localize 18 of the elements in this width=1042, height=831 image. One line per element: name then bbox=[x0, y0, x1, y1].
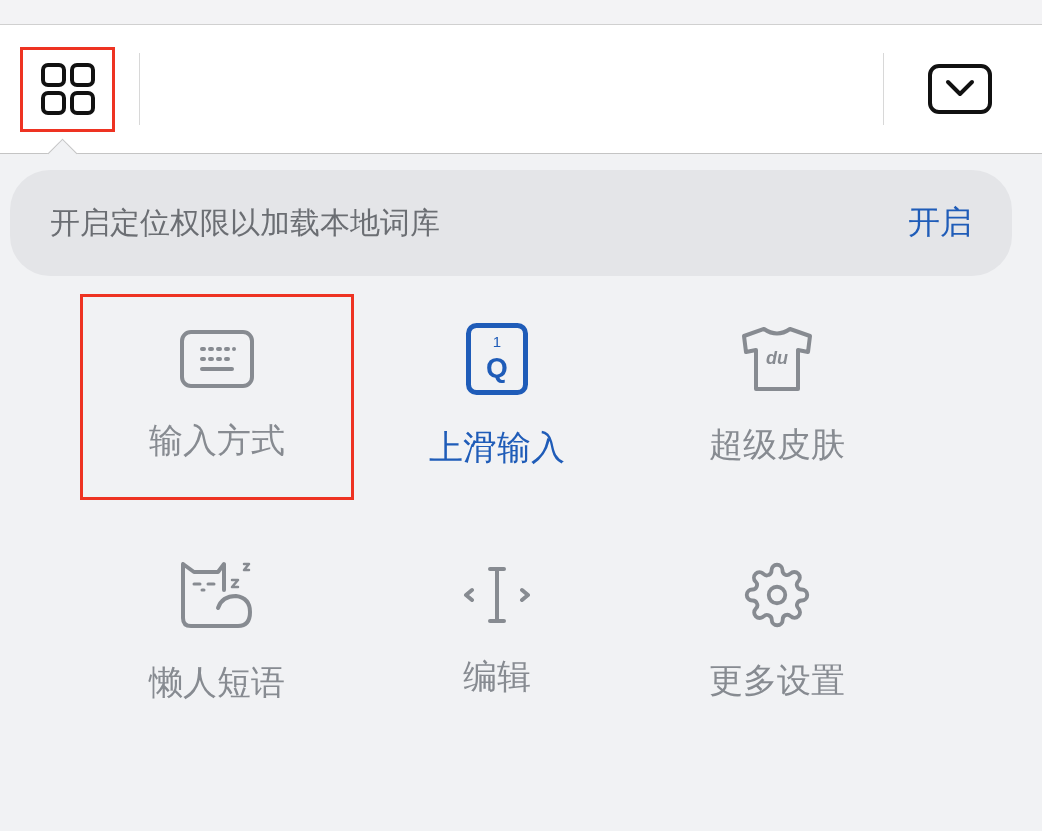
keyboard-icon bbox=[180, 330, 254, 388]
collapse-button[interactable] bbox=[928, 64, 992, 114]
menu-button[interactable] bbox=[20, 46, 115, 132]
menu-item[interactable]: 编辑 bbox=[360, 530, 634, 736]
enable-link[interactable]: 开启 bbox=[908, 201, 972, 245]
grid-icon bbox=[40, 63, 95, 115]
settings-icon bbox=[744, 562, 810, 628]
menu-item[interactable]: 更多设置 bbox=[640, 530, 914, 736]
notice-text: 开启定位权限以加载本地词库 bbox=[50, 203, 440, 242]
key-icon: 1 Q bbox=[466, 323, 528, 395]
menu-item[interactable]: du 超级皮肤 bbox=[640, 294, 914, 500]
chevron-down-icon bbox=[928, 64, 992, 114]
menu-item[interactable]: 懒人短语 bbox=[80, 530, 354, 736]
sleeping-cat-icon bbox=[180, 560, 254, 630]
menu-item[interactable]: 1 Q 上滑输入 bbox=[360, 294, 634, 500]
text-cursor-icon bbox=[462, 566, 532, 624]
shirt-icon: du bbox=[740, 326, 814, 392]
menu-item[interactable]: 输入方式 bbox=[80, 294, 354, 500]
